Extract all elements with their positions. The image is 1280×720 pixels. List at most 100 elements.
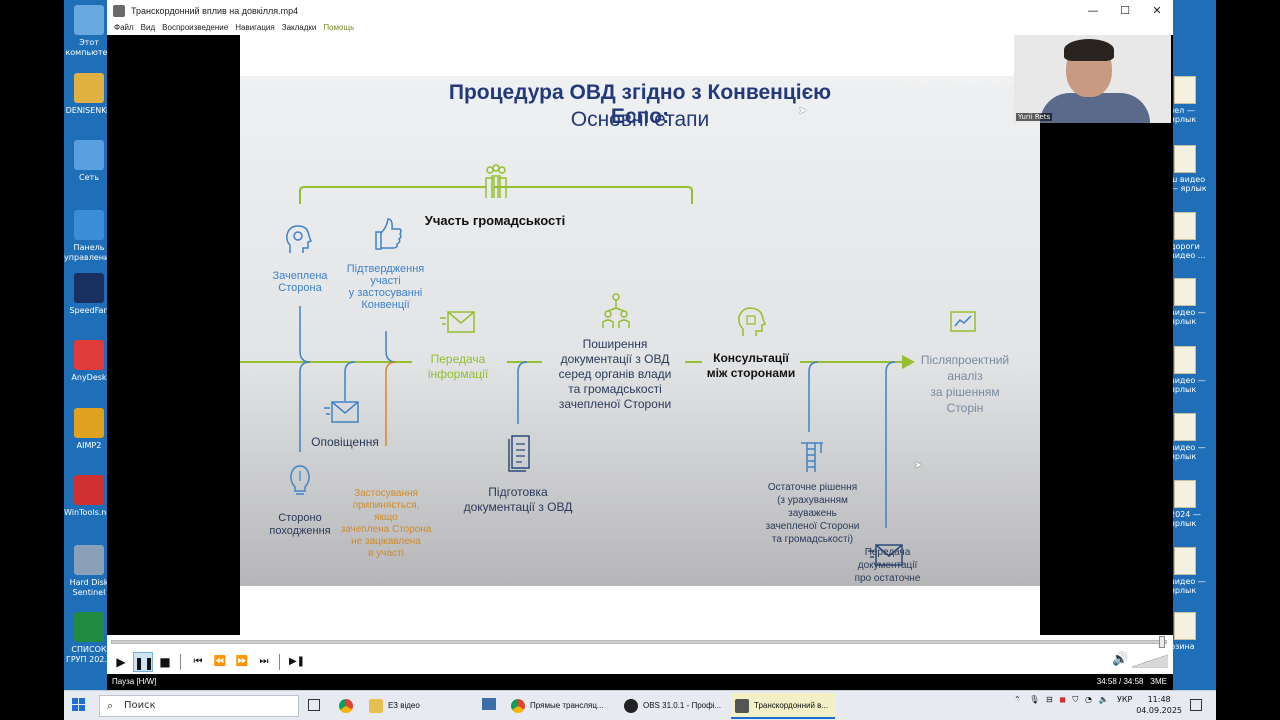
seek-track[interactable]	[111, 640, 1167, 644]
taskbar-item-chrome[interactable]: Прямые трансляц...	[511, 693, 619, 719]
skip-previous-icon[interactable]: ⏮	[188, 652, 208, 672]
frame-step-icon[interactable]: ▶❚	[287, 652, 307, 672]
tray-chevron-icon[interactable]: ⌃	[1014, 695, 1021, 704]
taskbar-item-player[interactable]: Транскордонний в...	[731, 693, 835, 719]
menu-file[interactable]: Файл	[114, 21, 134, 35]
desktop-shortcut[interactable]: видео — ярлык	[1170, 413, 1214, 461]
stop-icon[interactable]: ■	[155, 652, 175, 672]
shortcut-icon	[1174, 480, 1196, 508]
slide: Процедура ОВД згідно з Конвенцією Еспо: …	[240, 76, 1040, 586]
notification-label: Оповіщення	[311, 435, 379, 449]
desktop-shortcut-label: ш видео — ярлык	[1170, 175, 1207, 193]
close-button[interactable]: ✕	[1141, 0, 1173, 21]
menu-help[interactable]: Помощь	[323, 21, 354, 35]
fast-forward-icon[interactable]: ⏩	[232, 652, 252, 672]
notification-envelope-icon	[324, 399, 360, 425]
network-icon[interactable]: ⊟	[1046, 695, 1053, 704]
mouse-cursor-icon: ➤	[914, 460, 923, 471]
desktop-shortcut[interactable]: 2024 — ярлык	[1170, 480, 1214, 528]
chrome-icon	[511, 698, 525, 713]
menu-bookmarks[interactable]: Закладки	[282, 21, 317, 35]
mouse-cursor-icon: ➤	[798, 104, 808, 117]
termination-label: Застосування припиняється, якщо зачеплена …	[340, 488, 432, 559]
maximize-button[interactable]: ☐	[1109, 0, 1141, 21]
window-title: Транскордонний вплив на довкілля.mp4	[131, 5, 299, 16]
menu-playback[interactable]: Воспроизведение	[162, 21, 228, 35]
construction-crane-icon	[797, 437, 825, 473]
lightbulb-icon	[288, 463, 312, 497]
dissemination-label: Поширення документації з ОВД серед органів…	[558, 337, 672, 411]
desktop-shortcut-label: рзина	[1170, 642, 1195, 651]
microphone-icon[interactable]: 🎙	[1029, 695, 1039, 704]
chrome-icon[interactable]	[339, 699, 353, 713]
app-icon	[74, 5, 104, 35]
windows-start-icon[interactable]	[72, 698, 86, 712]
desktop-shortcut[interactable]: ш видео — ярлык	[1170, 145, 1214, 193]
search-icon: ⌕	[107, 699, 114, 712]
desktop-shortcut[interactable]: дороги видео ...	[1170, 212, 1214, 260]
monitor-icon[interactable]	[482, 698, 496, 710]
seek-fill	[112, 641, 1166, 643]
task-view-icon[interactable]	[308, 699, 320, 711]
status-bar: Пауза [H/W] 34:58 / 34:58 ЗМЕ	[107, 674, 1173, 690]
public-participation-label: Участь громадськості	[424, 213, 566, 228]
video-area[interactable]: Процедура ОВД згідно з Конвенцією Еспо: …	[107, 35, 1173, 635]
search-placeholder: Поиск	[124, 700, 156, 711]
info-transfer-label: Передача інформації	[427, 352, 489, 381]
play-icon[interactable]: ▶	[111, 652, 131, 672]
pause-icon[interactable]: ❚❚	[133, 651, 154, 672]
rewind-icon[interactable]: ⏪	[210, 652, 230, 672]
desktop-shortcut-label: видео — ярлык	[1170, 443, 1206, 461]
desktop-shortcut[interactable]: видео — ярлык	[1170, 346, 1214, 394]
volume-slider[interactable]	[1132, 653, 1168, 668]
shortcut-icon	[1174, 346, 1196, 374]
desktop-shortcut-label: зел — ярлык	[1170, 106, 1197, 124]
desktop-shortcut[interactable]: рзина	[1170, 612, 1214, 651]
desktop-shortcut-label: видео — ярлык	[1170, 577, 1206, 595]
volume-icon[interactable]: 🔊	[1112, 652, 1128, 667]
seek-handle[interactable]	[1159, 636, 1165, 648]
app-icon	[74, 475, 104, 505]
consultations-label: Консультації між сторонами	[706, 351, 796, 380]
shortcut-icon	[1174, 212, 1196, 240]
app-icon	[74, 408, 104, 438]
menu-navigation[interactable]: Навигация	[235, 21, 275, 35]
system-tray: ⌃ 🎙 ⊟ ◼ ⛉ ◔ 🔈 УКР	[1014, 695, 1132, 705]
taskbar-search[interactable]: ⌕ Поиск	[99, 695, 299, 717]
skip-next-icon[interactable]: ⏭	[254, 652, 274, 672]
status-state: Пауза [H/W]	[112, 677, 157, 686]
shield-icon[interactable]: ⛉	[1072, 695, 1078, 704]
desktop-shortcut-label: дороги видео ...	[1170, 242, 1206, 260]
seek-bar[interactable]	[107, 635, 1173, 649]
notifications-icon[interactable]	[1190, 699, 1202, 711]
status-time: 34:58 / 34:58 ЗМЕ	[1096, 677, 1167, 686]
desktop-shortcut[interactable]: зел — ярлык	[1170, 76, 1214, 124]
desktop-shortcut[interactable]: видео — ярлык	[1170, 278, 1214, 326]
desktop-shortcut[interactable]: видео — ярлык	[1170, 547, 1214, 595]
language-indicator[interactable]: УКР	[1117, 695, 1132, 704]
minimize-button[interactable]: —	[1077, 0, 1109, 21]
app-icon	[74, 73, 104, 103]
menu-view[interactable]: Вид	[141, 21, 155, 35]
taskbar-item-folder[interactable]: ЕЗ відео	[369, 693, 489, 719]
media-player-window: Транскордонний вплив на довкілля.mp4 — ☐…	[107, 0, 1173, 690]
taskbar: ⌕ Поиск ЕЗ відео Прямые трансляц... OBS …	[64, 690, 1216, 720]
shortcut-icon	[1174, 413, 1196, 441]
document-icon	[505, 432, 533, 472]
taskbar-item-obs[interactable]: OBS 31.0.1 - Профі...	[624, 693, 726, 719]
antivirus-icon[interactable]: ◼	[1059, 695, 1066, 704]
speaker-icon[interactable]: 🔈	[1098, 695, 1108, 704]
head-puzzle-icon	[736, 306, 766, 338]
watch-later-label[interactable]: Смотреть позже	[893, 76, 980, 87]
origin-party-label: Стороно походження	[269, 512, 331, 537]
webcam-name: Yurii Rets	[1016, 113, 1053, 121]
people-group-icon	[483, 164, 509, 200]
app-icon	[74, 210, 104, 240]
slide-subtitle: Основні етапи	[570, 108, 710, 131]
app-icon	[74, 140, 104, 170]
wifi-icon[interactable]: ◔	[1085, 695, 1092, 704]
app-icon	[74, 545, 104, 575]
post-analysis-label: Післяпроектний аналіз за рішенням Сторін	[920, 353, 1010, 415]
network-people-icon	[601, 292, 631, 330]
taskbar-clock[interactable]: 11:48 04.09.2025	[1136, 694, 1182, 716]
